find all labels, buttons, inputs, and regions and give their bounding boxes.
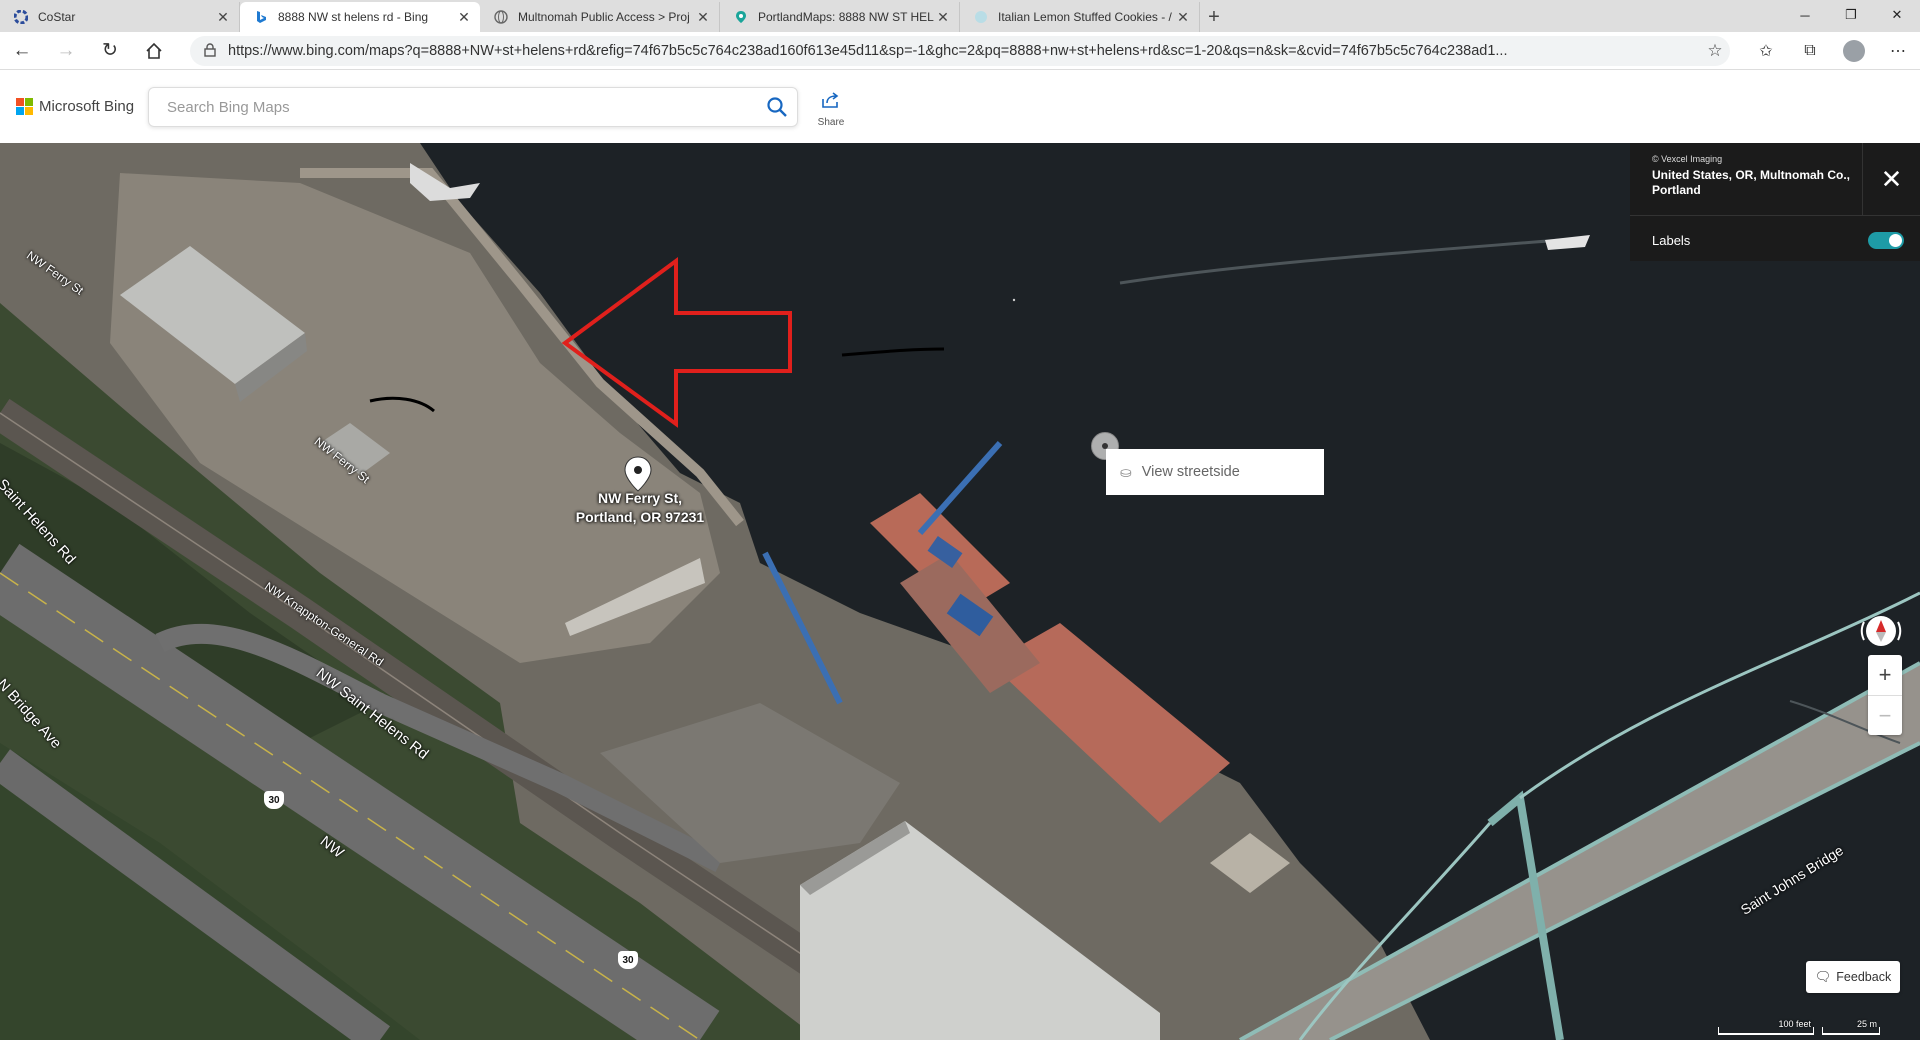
new-tab-button[interactable]: + (1200, 2, 1228, 32)
feedback-button[interactable]: 🗨 Feedback (1806, 961, 1900, 993)
search-icon[interactable] (757, 96, 797, 118)
costar-favicon (14, 10, 28, 24)
share-icon (820, 90, 842, 115)
close-tab-icon[interactable]: ✕ (456, 9, 472, 26)
tab-bing-maps[interactable]: 8888 NW st helens rd - Bing ✕ (240, 2, 480, 32)
tab-title: 8888 NW st helens rd - Bing (278, 10, 429, 24)
address-bar[interactable]: https://www.bing.com/maps?q=8888+NW+st+h… (190, 36, 1730, 66)
restore-icon[interactable]: ❐ (1828, 0, 1874, 30)
imagery-location: United States, OR, Multnomah Co., Portla… (1652, 168, 1851, 197)
streetside-label: View streetside (1141, 464, 1240, 480)
bing-header: Microsoft Bing Share (0, 70, 1920, 143)
pin-address-line2: Portland, OR 97231 (575, 509, 705, 525)
search-input[interactable] (149, 89, 757, 125)
refresh-icon[interactable]: ↻ (88, 32, 132, 70)
scale-meters-label: 25 m (1856, 1019, 1877, 1029)
microsoft-bing-logo[interactable]: Microsoft Bing (16, 98, 134, 115)
tab-title: Italian Lemon Stuffed Cookies - / (998, 10, 1172, 24)
browser-right-buttons: ✩ ⧉ ⋯ (1744, 32, 1920, 70)
tab-title: Multnomah Public Access > Proj (518, 10, 690, 24)
share-button[interactable]: Share (812, 90, 850, 128)
more-menu-icon[interactable]: ⋯ (1876, 41, 1920, 61)
streetside-icon: ⛀ (1120, 463, 1132, 480)
zoom-control: + − (1868, 655, 1902, 735)
zoom-out-button[interactable]: − (1868, 695, 1902, 735)
lock-icon (204, 42, 216, 60)
close-icon[interactable]: ✕ (1862, 143, 1920, 215)
back-icon[interactable]: ← (0, 32, 44, 70)
view-streetside-button[interactable]: ⛀ View streetside (1106, 449, 1324, 495)
favorites-icon[interactable]: ✩ (1744, 41, 1788, 61)
imagery-info-panel: © Vexcel Imaging United States, OR, Mult… (1630, 143, 1920, 261)
favorite-star-icon[interactable]: ☆ (1700, 41, 1730, 61)
map-pin-favicon (734, 10, 748, 24)
tab-title: CoStar (38, 10, 76, 24)
labels-toggle-label: Labels (1652, 233, 1691, 248)
window-controls: ─ ❐ ✕ (1782, 0, 1920, 30)
tab-title: PortlandMaps: 8888 NW ST HEL (758, 10, 934, 24)
close-tab-icon[interactable]: ✕ (695, 9, 711, 26)
home-icon[interactable] (132, 32, 176, 70)
pin-address-line1: NW Ferry St, (597, 490, 682, 506)
brand-name: Microsoft Bing (39, 98, 135, 115)
imagery-credit: © Vexcel Imaging (1652, 154, 1723, 164)
close-tab-icon[interactable]: ✕ (1175, 9, 1191, 26)
microsoft-logo-icon (16, 98, 33, 115)
highway-30-shield: 30 (264, 791, 284, 809)
compass-rotate-control[interactable] (1858, 613, 1904, 649)
panel-divider (1630, 215, 1920, 216)
share-label: Share (817, 117, 845, 128)
browser-tab-strip: CoStar ✕ 8888 NW st helens rd - Bing ✕ M… (0, 0, 1920, 32)
cookie-favicon (974, 10, 988, 24)
feedback-icon: 🗨 (1814, 969, 1832, 984)
bing-favicon (254, 10, 268, 24)
tab-multnomah[interactable]: Multnomah Public Access > Proj ✕ (480, 2, 720, 32)
scale-feet-label: 100 feet (1778, 1019, 1811, 1029)
close-window-icon[interactable]: ✕ (1874, 0, 1920, 30)
aerial-map[interactable]: NW Ferry St NW Ferry St Saint Helens Rd … (0, 143, 1920, 1040)
map-scale: 100 feet 25 m (1718, 1019, 1888, 1035)
search-box (148, 87, 798, 127)
url-text[interactable]: https://www.bing.com/maps?q=8888+NW+st+h… (228, 43, 1700, 59)
highway-30-shield: 30 (618, 951, 638, 969)
close-tab-icon[interactable]: ✕ (935, 9, 951, 26)
tab-costar[interactable]: CoStar ✕ (0, 2, 240, 32)
tab-portlandmaps[interactable]: PortlandMaps: 8888 NW ST HEL ✕ (720, 2, 960, 32)
browser-toolbar: ← → ↻ https://www.bing.com/maps?q=8888+N… (0, 32, 1920, 70)
pin-address-label: NW Ferry St, Portland, OR 97231 (560, 489, 720, 527)
labels-toggle[interactable] (1868, 232, 1904, 249)
minimize-icon[interactable]: ─ (1782, 0, 1828, 30)
globe-favicon (494, 10, 508, 24)
profile-avatar[interactable] (1832, 40, 1876, 62)
forward-icon[interactable]: → (44, 32, 88, 70)
collections-icon[interactable]: ⧉ (1788, 42, 1832, 60)
scale-meters: 25 m (1822, 1019, 1880, 1035)
tab-cookies[interactable]: Italian Lemon Stuffed Cookies - / ✕ (960, 2, 1200, 32)
zoom-in-button[interactable]: + (1868, 655, 1902, 695)
close-tab-icon[interactable]: ✕ (215, 9, 231, 26)
feedback-label: Feedback (1836, 970, 1892, 984)
scale-feet: 100 feet (1718, 1019, 1814, 1035)
